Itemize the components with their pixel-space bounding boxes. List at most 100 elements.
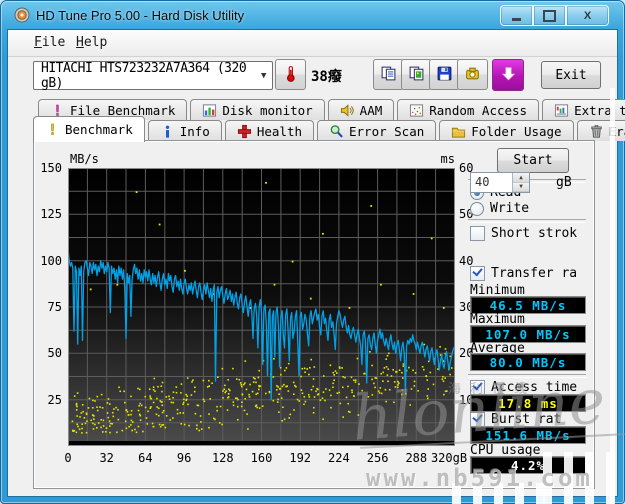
- disk-monitor-icon: [202, 103, 217, 118]
- transfer-rate-label: Transfer ra: [491, 266, 578, 281]
- random-access-icon: [409, 103, 424, 118]
- burst-rate-checkbox[interactable]: [470, 412, 485, 427]
- drive-select-dropdown[interactable]: HITACHI HTS723232A7A364 (320 gB) ▼: [33, 60, 273, 91]
- write-radio-row[interactable]: Write: [470, 201, 529, 216]
- tab-info[interactable]: Info: [147, 120, 222, 141]
- exit-button-label: Exit: [555, 67, 587, 83]
- average-value: 80.0 MB/s: [470, 353, 586, 371]
- x-tick: 224: [328, 451, 350, 465]
- tab-label: AAM: [359, 102, 383, 118]
- copy-image-icon: [408, 65, 425, 85]
- start-button-label: Start: [513, 153, 553, 168]
- separator: [468, 219, 586, 223]
- start-button[interactable]: Start: [497, 148, 569, 173]
- app-icon: [14, 7, 30, 23]
- access-time-value: 17.8 ms: [470, 394, 586, 412]
- short-stroke-row[interactable]: Short strok: [470, 226, 577, 241]
- y-axis-left-label: MB/s: [70, 152, 99, 166]
- maximize-icon: [543, 9, 556, 22]
- separator: [468, 374, 586, 378]
- tab-health[interactable]: Health: [224, 120, 314, 141]
- spinner-buttons: ▲ ▼: [512, 173, 529, 192]
- tab-random-access[interactable]: Random Access: [397, 99, 540, 120]
- x-tick: 128: [211, 451, 234, 465]
- x-tick: 256: [366, 451, 389, 465]
- hd-tune-window: HD Tune Pro 5.00 - Hard Disk Utility X F…: [0, 0, 625, 504]
- x-tick: 0: [64, 451, 72, 465]
- access-time-checkbox[interactable]: [470, 380, 485, 395]
- short-stroke-spinner[interactable]: 40 ▲ ▼: [470, 172, 530, 193]
- tab-row-primary: ! Benchmark Info Health Error Scan Folder Usa…: [33, 116, 625, 142]
- capture-button[interactable]: [457, 59, 488, 90]
- access-time-row[interactable]: Access time: [470, 380, 577, 395]
- transfer-rate-checkbox[interactable]: [470, 266, 485, 281]
- x-tick: 192: [289, 451, 312, 465]
- short-stroke-label: Short strok: [491, 226, 578, 241]
- tab-erase[interactable]: Erase: [576, 120, 625, 141]
- y-left-tick: 125: [40, 207, 62, 222]
- menu-bar: File Help: [8, 30, 617, 57]
- update-button[interactable]: [492, 59, 524, 91]
- x-tick: 320gB: [430, 451, 468, 465]
- access-time-label: Access time: [491, 380, 578, 395]
- tab-label: Health: [256, 123, 302, 139]
- short-stroke-checkbox[interactable]: [470, 226, 485, 241]
- y-left-tick: 150: [40, 161, 62, 175]
- erase-icon: [589, 124, 604, 139]
- aam-icon: [340, 103, 355, 118]
- menu-file[interactable]: File: [34, 35, 65, 50]
- write-radio[interactable]: [470, 201, 484, 216]
- spinner-up-button[interactable]: ▲: [513, 173, 529, 183]
- tab-extra-tests[interactable]: Extra tests: [542, 99, 625, 120]
- copy-text-icon: [380, 65, 397, 85]
- burst-rate-row[interactable]: Burst rat: [470, 412, 561, 427]
- capture-icon: [464, 65, 481, 85]
- folder-usage-icon: [451, 124, 466, 139]
- tab-folder-usage[interactable]: Folder Usage: [439, 120, 574, 141]
- temperature-button[interactable]: [275, 59, 306, 90]
- minimize-icon: [512, 18, 521, 21]
- thermometer-icon: [282, 65, 299, 85]
- drive-select-value: HITACHI HTS723232A7A364 (320 gB): [41, 60, 247, 91]
- caption-buttons: X: [500, 5, 609, 26]
- download-arrow-icon: [500, 65, 517, 85]
- burst-rate-value: 151.6 MB/s: [470, 426, 586, 444]
- short-stroke-unit-label: gB: [556, 175, 572, 190]
- close-icon: X: [583, 9, 592, 22]
- copy-text-button[interactable]: [373, 59, 404, 90]
- spinner-down-button[interactable]: ▼: [513, 182, 529, 192]
- tab-error-scan[interactable]: Error Scan: [317, 120, 437, 141]
- exit-button[interactable]: Exit: [541, 61, 601, 89]
- menu-help[interactable]: Help: [76, 35, 107, 50]
- save-icon: [436, 65, 453, 85]
- temperature-value: 38癈: [311, 69, 342, 85]
- maximize-button[interactable]: [533, 5, 566, 26]
- close-button[interactable]: X: [566, 5, 609, 26]
- info-icon: [160, 124, 175, 139]
- y-left-tick: 100: [40, 253, 62, 268]
- tab-label: Extra tests: [574, 102, 625, 118]
- tab-label: Info: [179, 123, 210, 139]
- tab-label: Error Scan: [349, 123, 425, 139]
- tab-label: Random Access: [429, 102, 528, 118]
- transfer-rate-row[interactable]: Transfer ra: [470, 266, 577, 281]
- minimize-button[interactable]: [500, 5, 533, 26]
- benchmark-icon: !: [45, 122, 60, 137]
- x-tick: 32: [99, 451, 114, 465]
- x-tick: 160: [250, 451, 273, 465]
- title-bar[interactable]: HD Tune Pro 5.00 - Hard Disk Utility X: [0, 0, 625, 30]
- tab-disk-monitor[interactable]: Disk monitor: [190, 99, 325, 120]
- copy-image-button[interactable]: [401, 59, 432, 90]
- tab-aam[interactable]: AAM: [327, 99, 395, 120]
- tab-benchmark[interactable]: ! Benchmark: [33, 116, 145, 142]
- short-stroke-value: 40: [475, 175, 490, 189]
- save-button[interactable]: [429, 59, 460, 90]
- cpu-usage-value: 4.2%: [470, 456, 586, 474]
- x-tick: 64: [138, 451, 153, 465]
- error-scan-icon: [329, 124, 344, 139]
- y-axis-right-label: ms: [440, 152, 455, 166]
- tab-label: Benchmark: [65, 122, 133, 137]
- write-radio-label: Write: [490, 201, 530, 216]
- tab-label: Disk monitor: [222, 102, 313, 118]
- chevron-down-icon: ▼: [261, 70, 267, 81]
